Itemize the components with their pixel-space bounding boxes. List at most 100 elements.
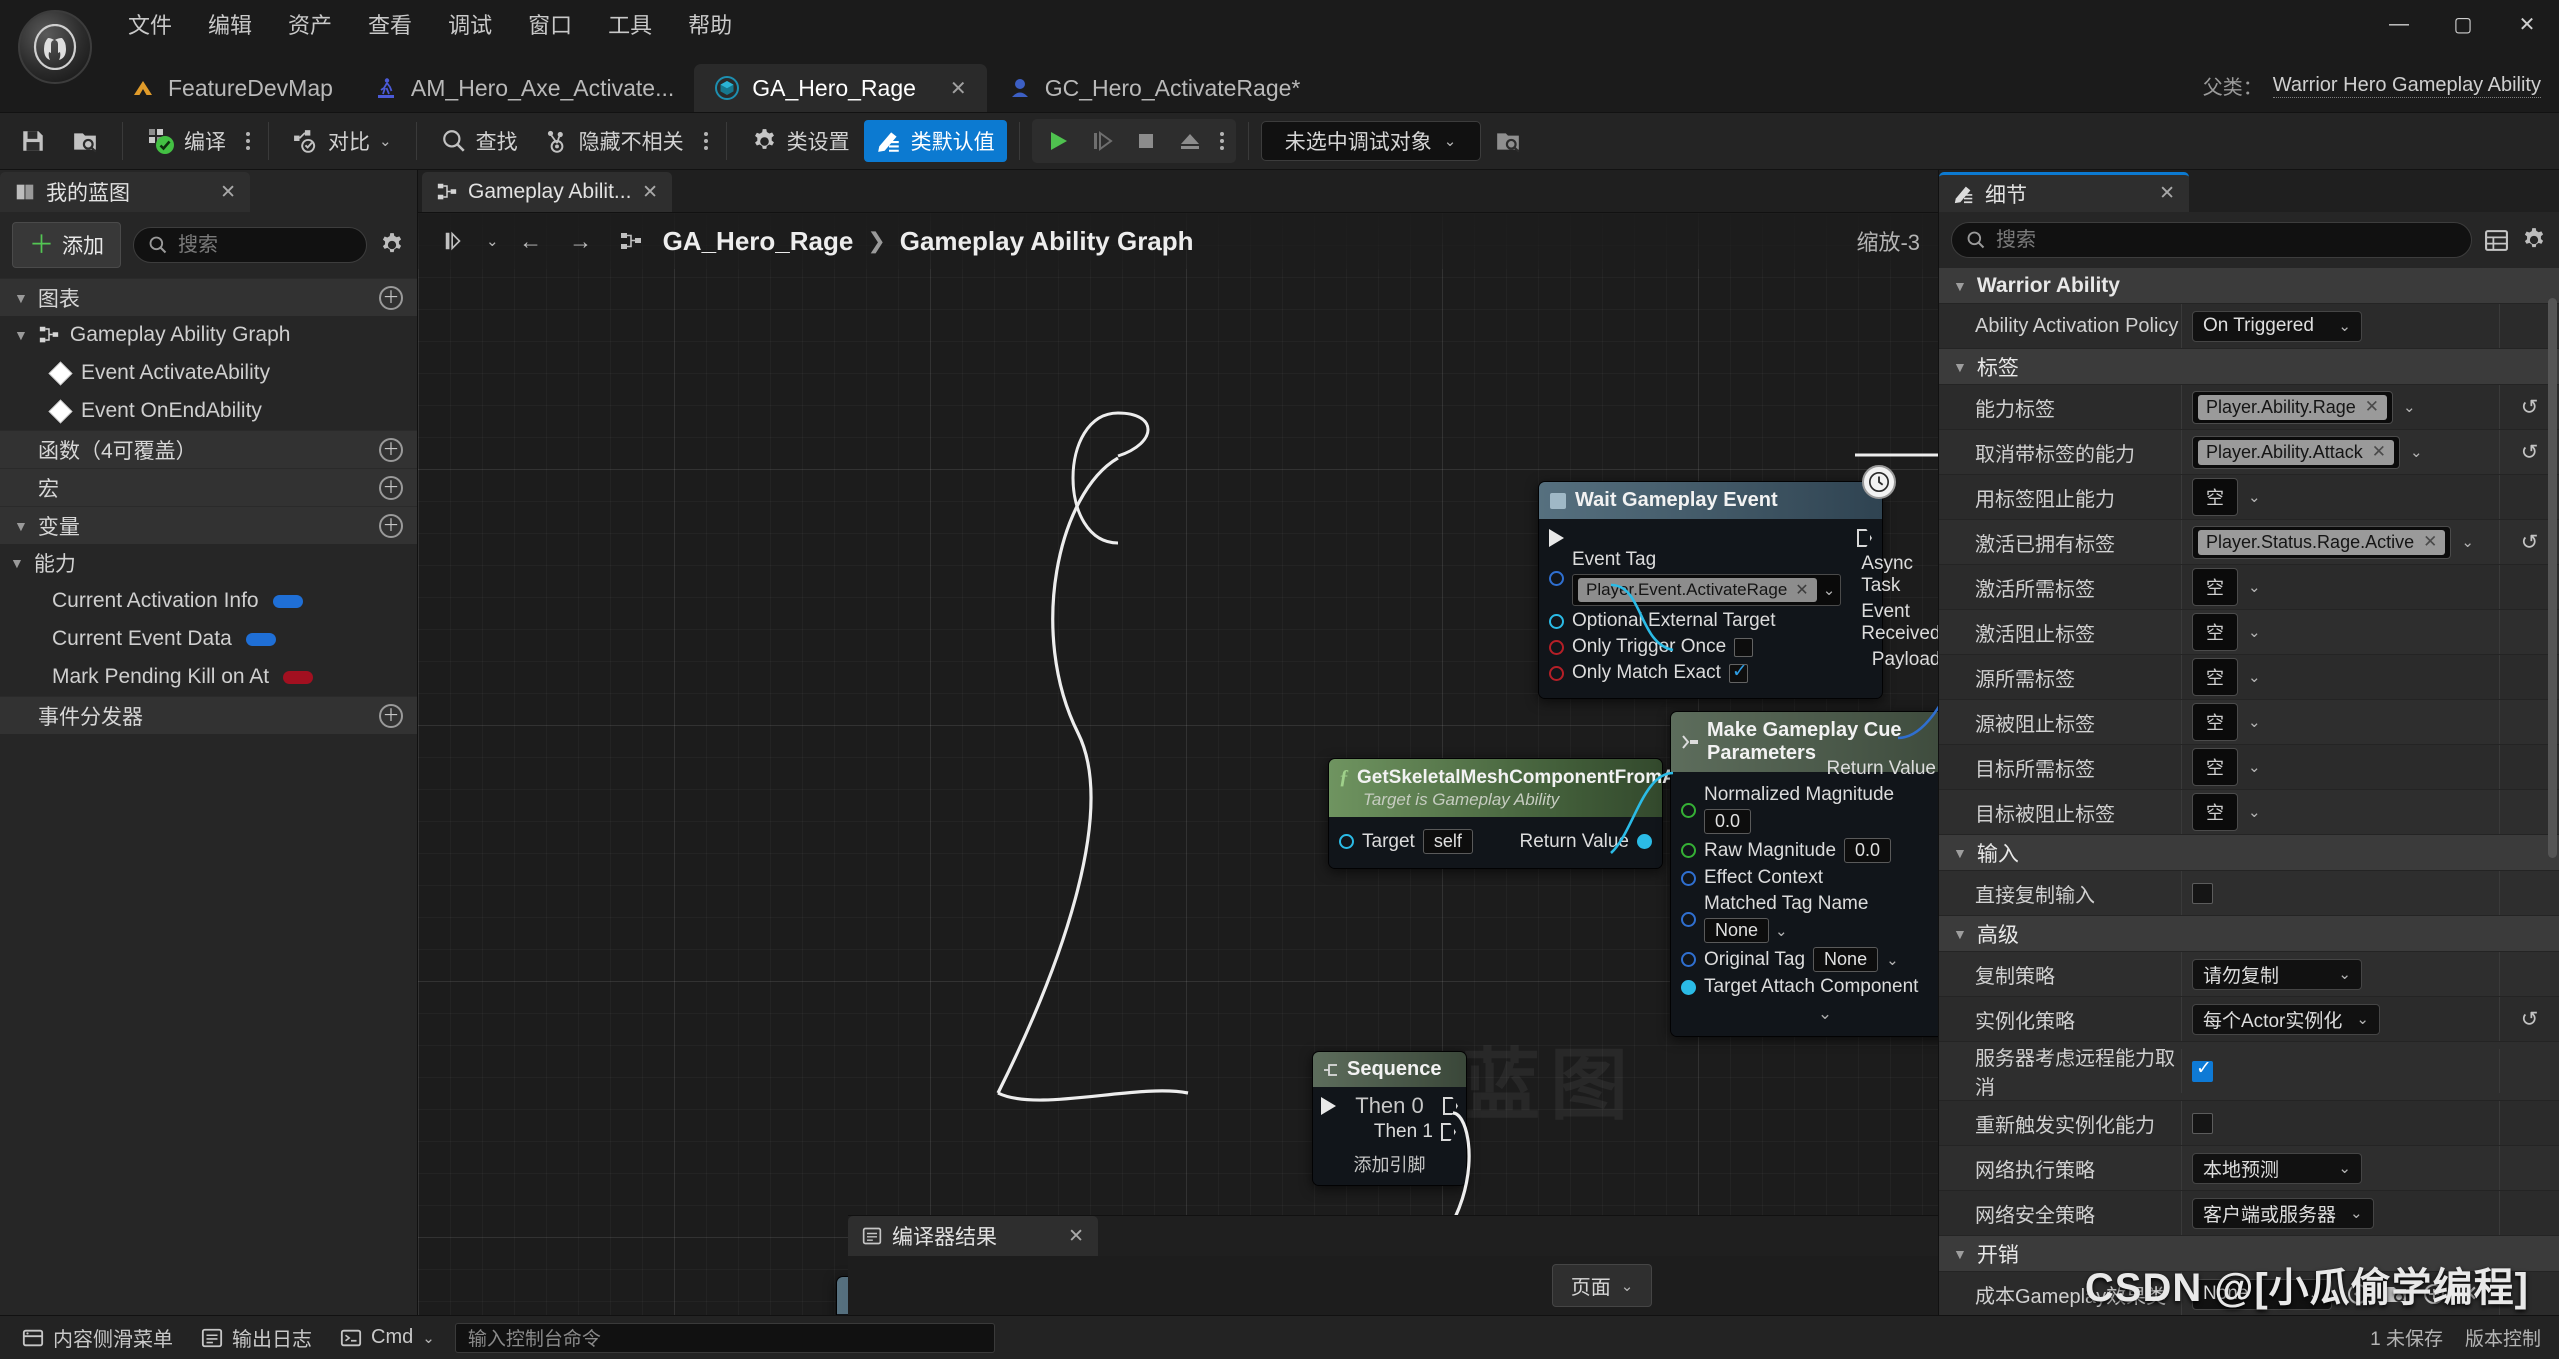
only-match-exact-checkbox[interactable]: [1728, 660, 1748, 683]
back-button[interactable]: ←: [513, 224, 549, 258]
source-required-tags-field[interactable]: 空: [2192, 658, 2238, 696]
minimize-button[interactable]: —: [2367, 0, 2431, 48]
net-execution-policy-dropdown[interactable]: 本地预测 ⌄: [2192, 1152, 2362, 1184]
graph-zoom-fit-button[interactable]: [613, 224, 649, 258]
output-pin[interactable]: [1637, 834, 1652, 849]
add-macro-icon[interactable]: ＋: [379, 475, 403, 500]
tab-gc-hero-activaterage[interactable]: GC_Hero_ActivateRage*: [987, 64, 1321, 112]
page-selector-button[interactable]: 页面 ⌄: [1551, 1264, 1653, 1307]
target-required-tags-field[interactable]: 空: [2192, 748, 2238, 786]
menu-debug[interactable]: 调试: [430, 2, 510, 46]
remove-tag-icon[interactable]: ✕: [2365, 397, 2379, 417]
menu-assets[interactable]: 资产: [270, 2, 350, 46]
close-icon[interactable]: ✕: [2159, 182, 2175, 205]
tab-ga-hero-rage[interactable]: GA_Hero_Rage ✕: [694, 64, 987, 112]
normalized-magnitude-value[interactable]: 0.0: [1704, 809, 1752, 834]
gear-icon[interactable]: [379, 232, 405, 258]
compile-options-button[interactable]: [240, 128, 256, 154]
breadcrumb-root[interactable]: GA_Hero_Rage: [663, 226, 854, 257]
chevron-down-icon[interactable]: ⌄: [2410, 443, 2423, 461]
tab-featuredevmap[interactable]: FeatureDevMap: [110, 64, 353, 112]
tree-gameplay-ability-graph[interactable]: ▼ Gameplay Ability Graph: [0, 316, 417, 354]
section-event-dispatchers[interactable]: 事件分发器 ＋: [0, 696, 417, 734]
node-get-skeletal-mesh-component[interactable]: ƒ GetSkeletalMeshComponentFromActorInfo …: [1328, 758, 1747, 869]
category-costs[interactable]: ▼ 开销: [1939, 1236, 2559, 1272]
input-pin[interactable]: [1681, 870, 1696, 886]
target-blocked-tags-field[interactable]: 空: [2192, 793, 2238, 831]
section-variables[interactable]: ▼ 变量 ＋: [0, 506, 417, 544]
maximize-button[interactable]: ▢: [2431, 0, 2495, 48]
input-pin[interactable]: [1549, 571, 1564, 586]
cost-gameplay-effect-dropdown[interactable]: None ⌄: [2192, 1278, 2332, 1310]
graph-canvas[interactable]: ⌄ ← → GA_Hero_Rage ❯ Gameplay Ability Gr…: [418, 212, 1938, 1315]
chevron-down-icon[interactable]: ⌄: [2461, 533, 2474, 551]
input-pin[interactable]: [1549, 639, 1564, 655]
variable-current-activation-info[interactable]: Current Activation Info: [0, 582, 417, 620]
menu-file[interactable]: 文件: [110, 2, 190, 46]
variable-mark-pending-kill[interactable]: Mark Pending Kill on At: [0, 658, 417, 696]
category-tags[interactable]: ▼ 标签: [1939, 349, 2559, 385]
expand-node-icon[interactable]: ⌄: [1671, 1000, 1938, 1024]
add-graph-icon[interactable]: ＋: [379, 285, 403, 310]
exec-input-pin[interactable]: [1549, 529, 1564, 547]
section-functions[interactable]: 函数（4可覆盖） ＋: [0, 430, 417, 468]
details-scrollbar[interactable]: [2548, 298, 2557, 858]
input-pin[interactable]: [1339, 834, 1354, 849]
section-graphs[interactable]: ▼ 图表 ＋: [0, 278, 417, 316]
variable-group-ability[interactable]: ▼ 能力: [0, 544, 417, 582]
close-icon[interactable]: ✕: [1068, 1225, 1084, 1248]
blueprint-search-box[interactable]: [133, 227, 367, 263]
details-search-box[interactable]: [1951, 222, 2472, 258]
original-tag-value[interactable]: None: [1813, 947, 1879, 972]
revert-icon[interactable]: ↺: [2499, 997, 2559, 1041]
add-button[interactable]: ＋ 添加: [12, 222, 122, 268]
blueprint-search-input[interactable]: [178, 233, 352, 257]
content-drawer-button[interactable]: 内容侧滑菜单: [8, 1318, 187, 1357]
category-advanced[interactable]: ▼ 高级: [1939, 916, 2559, 952]
replication-policy-dropdown[interactable]: 请勿复制 ⌄: [2192, 958, 2362, 990]
section-macros[interactable]: 宏 ＋: [0, 468, 417, 506]
browse-button[interactable]: [60, 122, 110, 160]
play-options-button[interactable]: [1214, 128, 1230, 154]
remove-tag-icon[interactable]: ✕: [2423, 532, 2437, 552]
chevron-down-icon[interactable]: ⌄: [1775, 922, 1788, 940]
tree-event-activateability[interactable]: Event ActivateAbility: [0, 354, 417, 392]
source-control-label[interactable]: 版本控制: [2465, 1324, 2541, 1351]
replicate-input-directly-checkbox[interactable]: [2192, 882, 2213, 904]
class-defaults-button[interactable]: 类默认值: [863, 120, 1007, 162]
my-blueprint-tab[interactable]: 我的蓝图 ✕: [0, 172, 250, 212]
input-pin[interactable]: [1681, 952, 1696, 967]
console-command-input[interactable]: 输入控制台命令: [454, 1322, 995, 1353]
stop-button[interactable]: [1126, 122, 1166, 160]
menu-window[interactable]: 窗口: [510, 2, 590, 46]
chevron-down-icon[interactable]: ⌄: [2248, 668, 2261, 686]
forward-button[interactable]: →: [563, 224, 599, 258]
debug-browse-button[interactable]: [1483, 122, 1533, 160]
net-security-policy-dropdown[interactable]: 客户端或服务器 ⌄: [2192, 1197, 2374, 1229]
eject-button[interactable]: [1170, 122, 1210, 160]
input-pin[interactable]: [1681, 803, 1696, 818]
step-button[interactable]: [1082, 122, 1122, 160]
exec-output-then0[interactable]: [1443, 1097, 1458, 1115]
add-dispatcher-icon[interactable]: ＋: [379, 703, 403, 728]
exec-output-pin[interactable]: [1857, 529, 1872, 547]
activation-blocked-tags-field[interactable]: 空: [2192, 613, 2238, 651]
save-button[interactable]: [8, 122, 58, 160]
grid-icon[interactable]: [2484, 228, 2509, 253]
play-button[interactable]: [1038, 122, 1078, 160]
hide-unrelated-button[interactable]: 隐藏不相关: [532, 120, 696, 162]
class-settings-button[interactable]: 类设置: [739, 120, 862, 162]
retrigger-instanced-ability-checkbox[interactable]: [2192, 1112, 2213, 1134]
close-window-button[interactable]: ✕: [2495, 0, 2559, 48]
use-selected-asset-icon[interactable]: [2346, 1282, 2370, 1306]
compiler-results-tab[interactable]: 编译器结果 ✕: [848, 1216, 1098, 1256]
chevron-down-icon[interactable]: ⌄: [486, 232, 499, 250]
unreal-logo-icon[interactable]: [18, 10, 92, 84]
add-pin-button[interactable]: 添加引脚: [1313, 1145, 1466, 1177]
instancing-policy-dropdown[interactable]: 每个Actor实例化 ⌄: [2192, 1003, 2380, 1035]
node-make-gameplay-cue-parameters[interactable]: Make Gameplay Cue Parameters Normalized …: [1670, 711, 1938, 1037]
target-value[interactable]: self: [1422, 829, 1473, 854]
ability-activation-policy-dropdown[interactable]: On Triggered ⌄: [2192, 310, 2362, 342]
node-wait-gameplay-event[interactable]: Wait Gameplay Event Event Tag Player.Eve…: [1538, 465, 1938, 699]
menu-help[interactable]: 帮助: [670, 2, 750, 46]
